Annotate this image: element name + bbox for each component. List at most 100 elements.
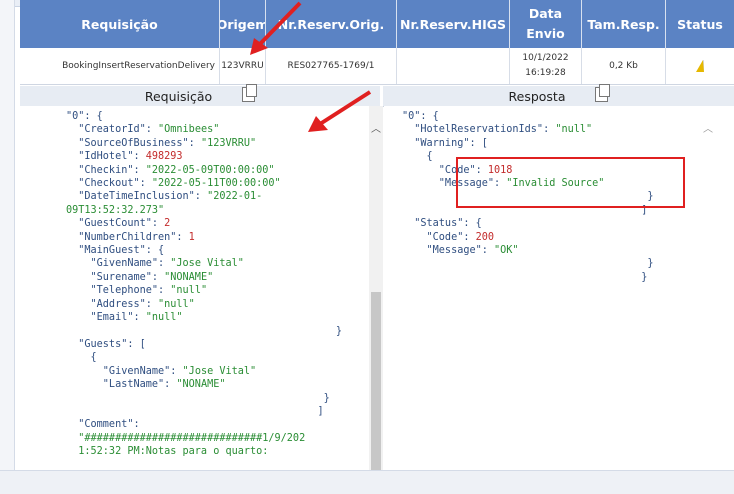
json-key: "Checkout": xyxy=(66,178,152,190)
json-line: "LastName": "NONAME" xyxy=(66,378,369,391)
json-value: 498293 xyxy=(145,151,183,163)
json-key: "IdHotel": xyxy=(66,151,146,163)
json-punct: } xyxy=(66,325,343,337)
json-key: "Telephone": xyxy=(66,285,171,297)
json-punct: "MainGuest": { xyxy=(66,245,165,257)
json-line: "Checkout": "2022-05-11T00:00:00" xyxy=(66,177,369,190)
json-line: "0": { xyxy=(402,110,734,123)
left-gutter xyxy=(0,0,15,480)
json-key: "Code": xyxy=(402,231,476,243)
cell-data: 10/1/2022 xyxy=(522,53,569,63)
json-value: 1:52:32 PM:Notas para o quarto: xyxy=(66,446,269,458)
json-key: "Address": xyxy=(66,298,159,310)
json-value: "Jose Vital" xyxy=(170,258,244,270)
json-punct: "Warning": [ xyxy=(402,137,488,149)
header-requisicao[interactable]: Requisição xyxy=(20,0,220,48)
json-value: "Omnibees" xyxy=(158,124,220,136)
cell-status[interactable]: ! xyxy=(666,48,734,84)
cell-requisicao: BookingInsertReservationDelivery xyxy=(20,48,220,84)
json-line: } xyxy=(66,392,369,405)
json-value: 2 xyxy=(164,218,171,230)
json-key: "GivenName": xyxy=(66,258,171,270)
header-data-envio-line2: Envio xyxy=(526,26,565,41)
json-key: "Checkin": xyxy=(66,164,146,176)
json-value: "OK" xyxy=(494,245,519,257)
json-line: "Telephone": "null" xyxy=(66,284,369,297)
json-key: "LastName": xyxy=(66,379,177,391)
response-scroll-up-icon[interactable]: ︿ xyxy=(703,120,713,135)
json-line: ] xyxy=(66,405,369,418)
json-punct: "Guests": [ xyxy=(66,338,146,350)
json-line: "GivenName": "Jose Vital" xyxy=(66,365,369,378)
header-data-envio[interactable]: Data Envio xyxy=(510,0,582,48)
json-value: 200 xyxy=(475,231,495,243)
json-key: "NumberChildren": xyxy=(66,231,189,243)
json-line: } xyxy=(402,257,734,270)
warning-icon[interactable]: ! xyxy=(696,60,704,72)
json-punct: "Comment": xyxy=(66,419,140,431)
request-json-pane[interactable]: "0": { "CreatorId": "Omnibees" "SourceOf… xyxy=(20,106,370,470)
json-punct: "Status": { xyxy=(402,218,482,230)
cell-nr-reserv-higs xyxy=(397,48,510,84)
json-value: "2022-05-09T00:00:00" xyxy=(145,164,275,176)
json-key: "Email": xyxy=(66,312,146,324)
json-key: "SourceOfBusiness": xyxy=(66,137,201,149)
json-line: "Guests": [ xyxy=(66,338,369,351)
json-value: "NONAME" xyxy=(164,271,214,283)
json-value: "null" xyxy=(555,124,593,136)
json-line: "Checkin": "2022-05-09T00:00:00" xyxy=(66,164,369,177)
response-panel-title: Resposta xyxy=(508,88,566,104)
json-key: "CreatorId": xyxy=(66,124,159,136)
json-value: "123VRRU" xyxy=(200,137,257,149)
json-line: "Code": 200 xyxy=(402,231,734,244)
json-line: "Message": "OK" xyxy=(402,244,734,257)
json-punct: } xyxy=(402,271,648,283)
json-line: "IdHotel": 498293 xyxy=(66,150,369,163)
json-line: "HotelReservationIds": "null" xyxy=(402,123,734,136)
highlight-box xyxy=(456,157,685,208)
header-status[interactable]: Status xyxy=(666,0,734,48)
table-row[interactable]: BookingInsertReservationDelivery 123VRRU… xyxy=(20,48,734,85)
json-line: } xyxy=(402,271,734,284)
json-line: "DateTimeInclusion": "2022-01- xyxy=(66,190,369,203)
json-line: "Address": "null" xyxy=(66,298,369,311)
json-punct: "0": { xyxy=(402,111,439,122)
cell-data-envio: 10/1/2022 16:19:28 xyxy=(510,48,582,84)
bottom-bar xyxy=(0,470,734,494)
json-line: "Status": { xyxy=(402,217,734,230)
copy-response-icon[interactable] xyxy=(595,83,611,102)
table-header: Requisição Origem Nr.Reserv.Orig. Nr.Res… xyxy=(20,0,734,48)
request-scrollbar-thumb[interactable] xyxy=(371,292,381,470)
json-line: "GivenName": "Jose Vital" xyxy=(66,257,369,270)
json-key: "GivenName": xyxy=(66,365,183,377)
json-value: "2022-01- xyxy=(207,191,263,203)
request-panel-title: Requisição xyxy=(144,88,213,104)
json-key: "Surename": xyxy=(66,271,165,283)
header-data-envio-line1: Data xyxy=(528,6,563,21)
json-value: "null" xyxy=(145,312,183,324)
arrow-to-source-icon xyxy=(308,90,372,132)
json-line: 09T13:52:32.273" xyxy=(66,204,369,217)
request-json: "0": { "CreatorId": "Omnibees" "SourceOf… xyxy=(20,106,369,459)
json-line: "GuestCount": 2 xyxy=(66,217,369,230)
cell-tam-resp: 0,2 Kb xyxy=(582,48,666,84)
json-punct: { xyxy=(402,151,433,163)
json-line: "#############################1/9/202 xyxy=(66,432,369,445)
json-punct: { xyxy=(66,352,97,364)
json-key: "DateTimeInclusion": xyxy=(66,191,208,203)
header-tam-resp[interactable]: Tam.Resp. xyxy=(582,0,666,48)
json-line: "MainGuest": { xyxy=(66,244,369,257)
json-line: } xyxy=(66,325,369,338)
json-line: "Email": "null" xyxy=(66,311,369,324)
copy-request-icon[interactable] xyxy=(242,83,258,102)
json-value: "null" xyxy=(170,285,208,297)
json-value: "#############################1/9/202 xyxy=(66,432,306,444)
json-key: "Message": xyxy=(402,245,495,257)
json-key: "HotelReservationIds": xyxy=(402,124,556,136)
json-value: 1 xyxy=(188,231,195,243)
json-value: "Jose Vital" xyxy=(182,365,257,377)
json-key: "GuestCount": xyxy=(66,218,165,230)
json-value: "2022-05-11T00:00:00" xyxy=(151,178,281,190)
header-nr-reserv-higs[interactable]: Nr.Reserv.HIGS xyxy=(397,0,510,48)
json-punct: ] xyxy=(66,405,324,417)
